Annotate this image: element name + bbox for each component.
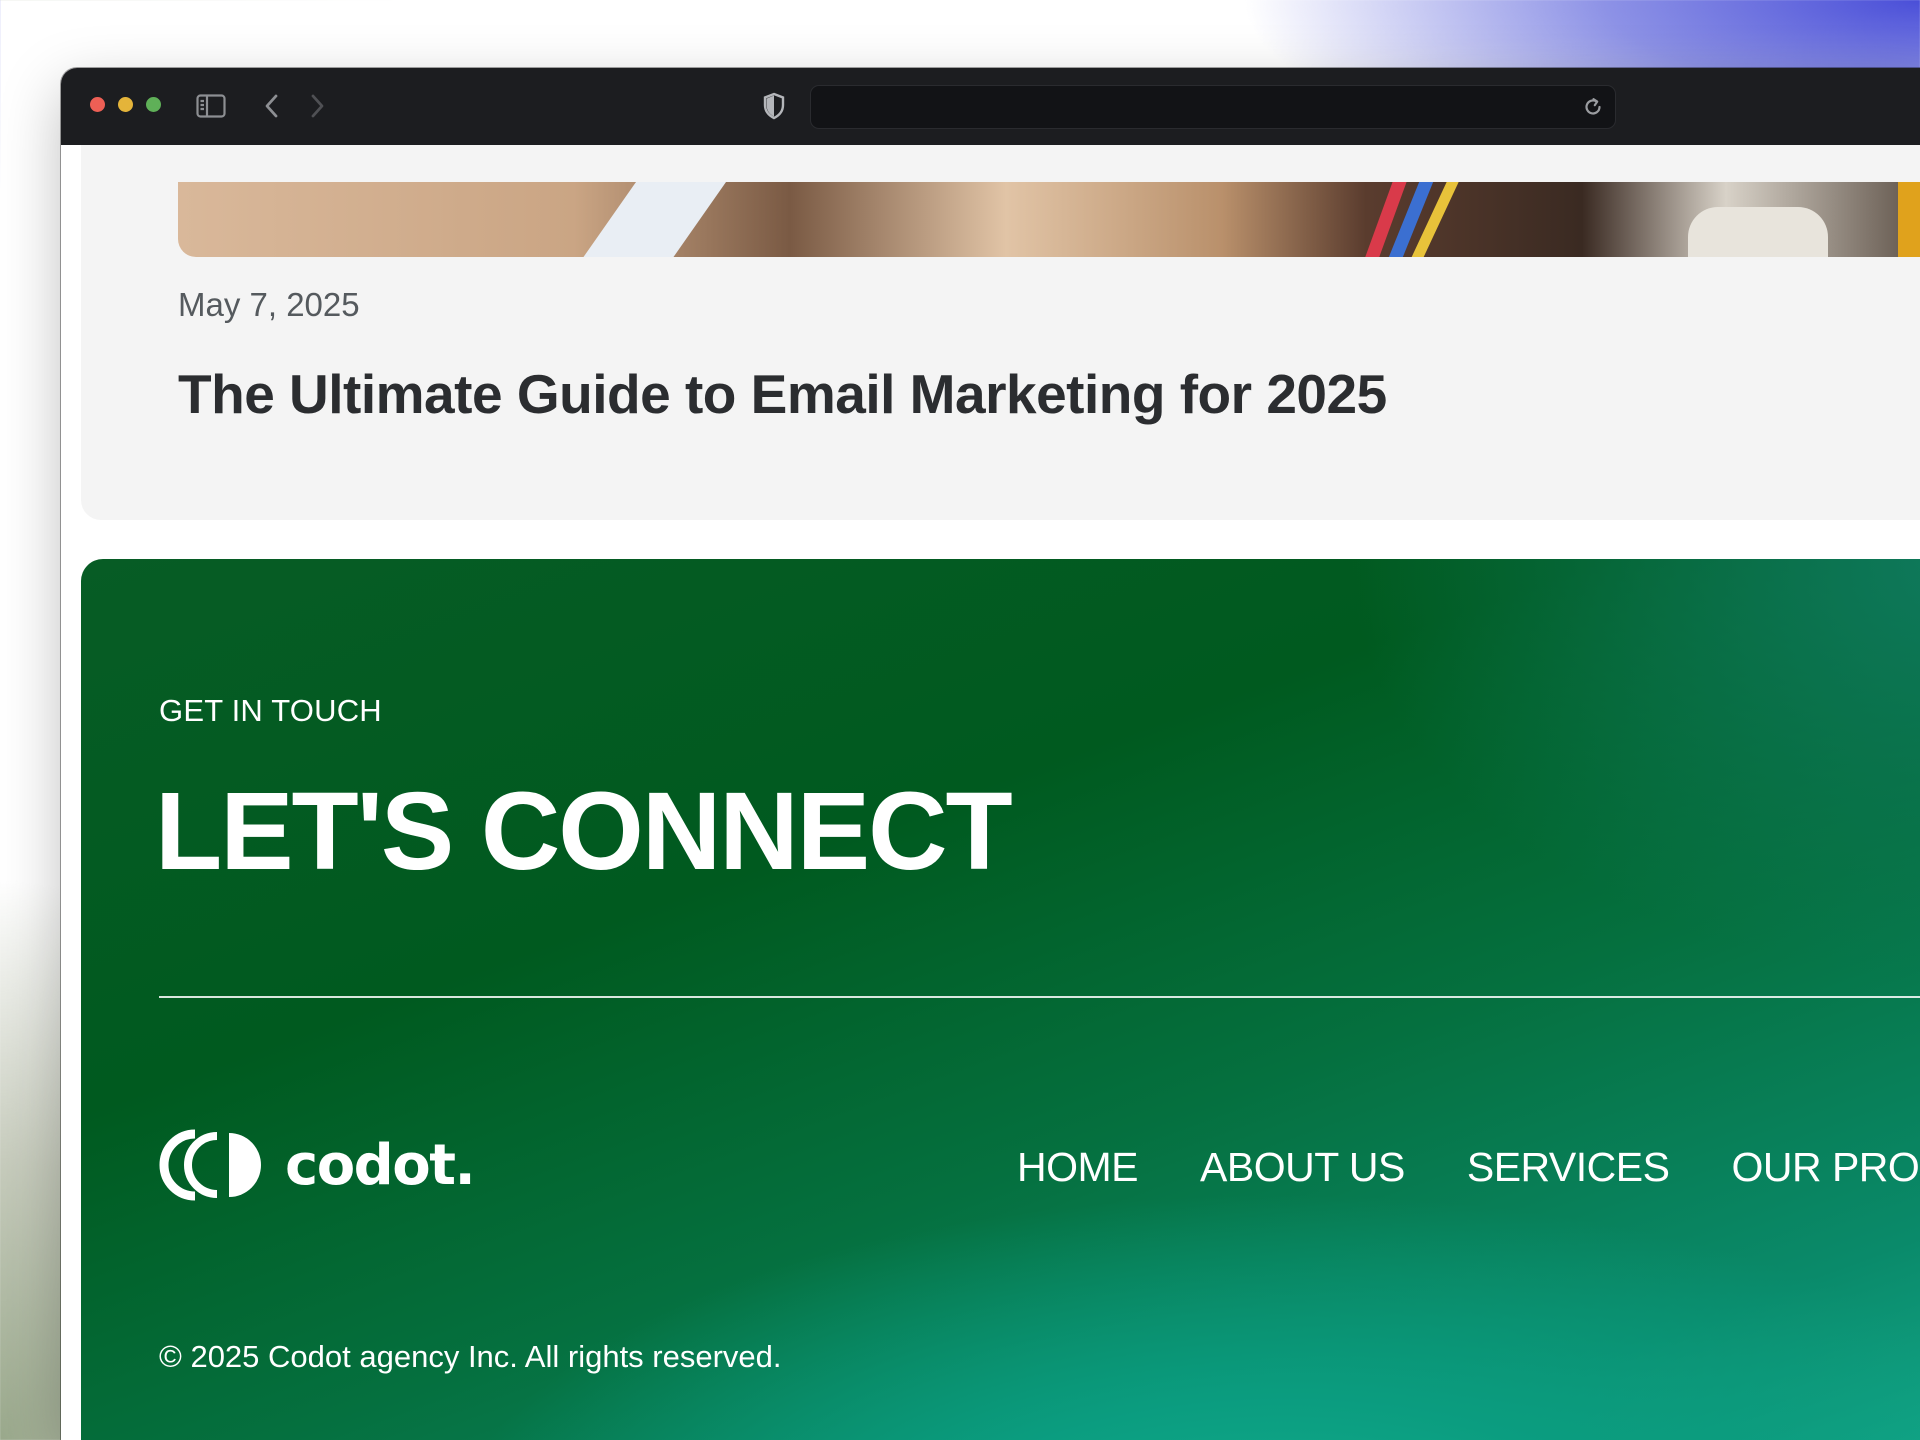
nav-link-our-projects[interactable]: OUR PROJ	[1731, 1144, 1920, 1191]
minimize-window-button[interactable]	[118, 97, 133, 112]
nav-link-services[interactable]: SERVICES	[1467, 1144, 1670, 1191]
footer-headline: LET'S CONNECT	[155, 770, 1013, 893]
address-bar[interactable]	[810, 85, 1616, 129]
post-title[interactable]: The Ultimate Guide to Email Marketing fo…	[178, 362, 1387, 426]
forward-arrow-icon[interactable]	[308, 92, 326, 120]
back-arrow-icon[interactable]	[263, 92, 281, 120]
reload-icon[interactable]	[1583, 97, 1603, 122]
page-viewport: May 7, 2025 The Ultimate Guide to Email …	[61, 145, 1920, 1440]
close-window-button[interactable]	[90, 97, 105, 112]
blog-post-card[interactable]: May 7, 2025 The Ultimate Guide to Email …	[81, 145, 1920, 520]
post-date: May 7, 2025	[178, 286, 360, 323]
footer-divider	[159, 996, 1920, 998]
shield-icon[interactable]	[762, 92, 786, 120]
footer-nav: HOME ABOUT US SERVICES OUR PROJ	[1017, 1144, 1920, 1191]
browser-window: May 7, 2025 The Ultimate Guide to Email …	[61, 68, 1920, 1440]
nav-link-about-us[interactable]: ABOUT US	[1200, 1144, 1405, 1191]
nav-link-home[interactable]: HOME	[1017, 1144, 1139, 1191]
codot-logo-icon	[159, 1129, 261, 1201]
copyright-text: © 2025 Codot agency Inc. All rights rese…	[159, 1339, 782, 1374]
codot-logo[interactable]: codot.	[159, 1129, 476, 1201]
browser-toolbar	[61, 68, 1920, 146]
logo-text: codot.	[285, 1132, 476, 1198]
footer-eyebrow: GET IN TOUCH	[159, 693, 382, 728]
zoom-window-button[interactable]	[146, 97, 161, 112]
blog-post-image	[178, 182, 1920, 257]
footer-section: GET IN TOUCH LET'S CONNECT codot. HOME A…	[81, 559, 1920, 1440]
sidebar-icon[interactable]	[196, 94, 226, 118]
